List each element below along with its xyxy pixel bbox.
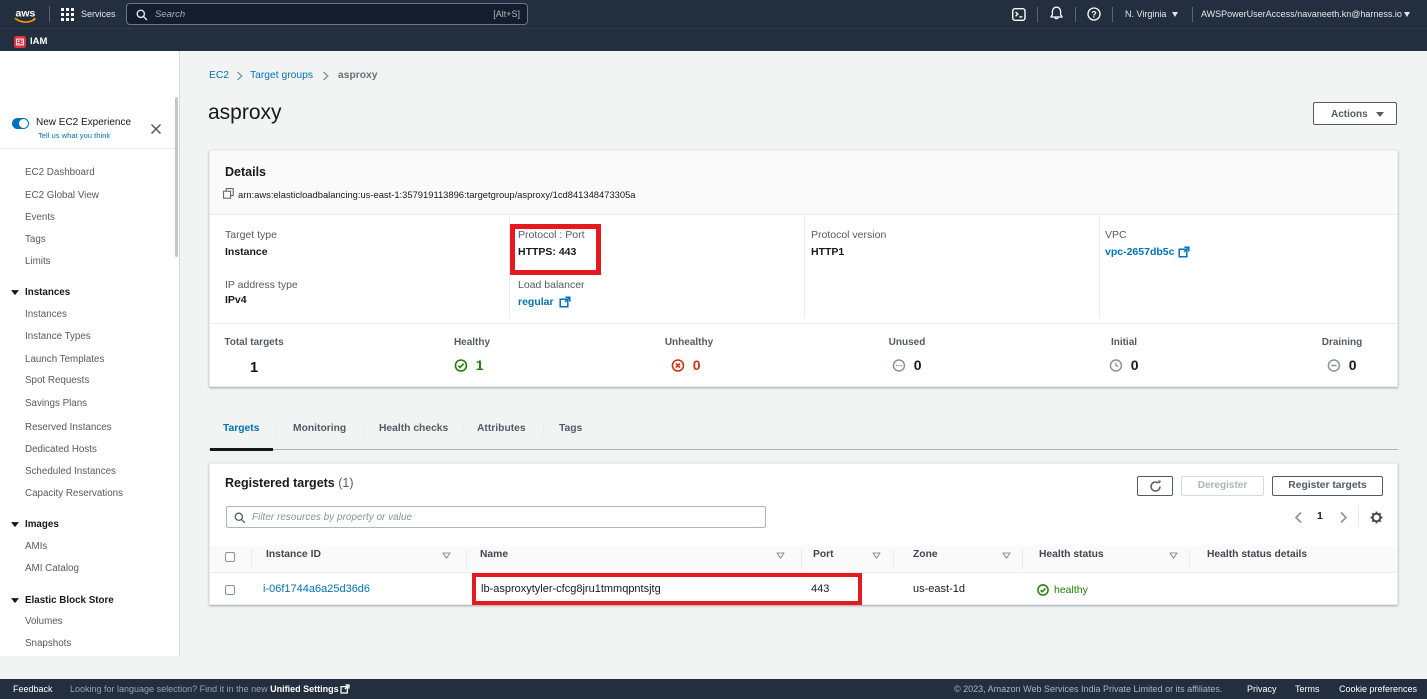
svg-text:aws: aws: [16, 8, 36, 20]
svg-text:?: ?: [1091, 9, 1097, 19]
